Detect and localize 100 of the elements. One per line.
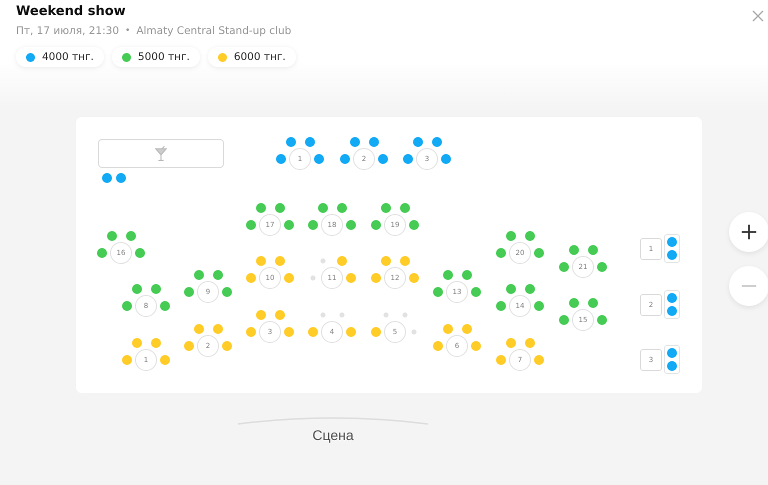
seat[interactable] [274, 203, 284, 213]
seat[interactable] [256, 203, 266, 213]
seat[interactable] [667, 250, 677, 260]
seat[interactable] [276, 154, 286, 164]
seat[interactable] [667, 306, 677, 316]
seat[interactable] [314, 154, 324, 164]
seat[interactable] [667, 237, 677, 247]
seat[interactable] [102, 173, 112, 183]
seat[interactable] [371, 273, 381, 283]
seat[interactable] [524, 338, 534, 348]
seat[interactable] [462, 324, 472, 334]
seat[interactable] [132, 338, 142, 348]
seat[interactable] [274, 256, 284, 266]
seat[interactable] [588, 298, 598, 308]
seat[interactable] [568, 245, 578, 255]
seat[interactable] [597, 315, 607, 325]
seat[interactable] [150, 338, 160, 348]
seat[interactable] [160, 301, 170, 311]
seat[interactable] [274, 310, 284, 320]
seat[interactable] [304, 137, 314, 147]
price-chip[interactable]: 5000 тнг. [112, 47, 200, 67]
seat[interactable] [284, 273, 294, 283]
seat[interactable] [471, 287, 481, 297]
seat[interactable] [222, 341, 232, 351]
seat[interactable] [471, 341, 481, 351]
seat[interactable] [559, 262, 569, 272]
seat[interactable] [506, 231, 516, 241]
seat[interactable] [433, 341, 443, 351]
seat[interactable] [371, 220, 381, 230]
seat[interactable] [496, 248, 506, 258]
seat[interactable] [559, 315, 569, 325]
seat[interactable] [184, 287, 194, 297]
zoom-in-button[interactable] [729, 212, 768, 252]
seat[interactable] [506, 284, 516, 294]
seat[interactable] [667, 361, 677, 371]
seat[interactable] [212, 324, 222, 334]
seat[interactable] [256, 310, 266, 320]
seat[interactable] [284, 327, 294, 337]
seat[interactable] [441, 154, 451, 164]
seat[interactable] [308, 220, 318, 230]
seat[interactable] [246, 327, 256, 337]
seat[interactable] [378, 154, 388, 164]
seat[interactable] [246, 220, 256, 230]
seat[interactable] [534, 355, 544, 365]
seat[interactable] [256, 256, 266, 266]
seat[interactable] [340, 154, 350, 164]
seat[interactable] [336, 256, 346, 266]
seat[interactable] [97, 248, 107, 258]
seat[interactable] [588, 245, 598, 255]
seat[interactable] [400, 256, 410, 266]
seat[interactable] [412, 137, 422, 147]
seat[interactable] [667, 293, 677, 303]
seat[interactable] [667, 348, 677, 358]
seat[interactable] [286, 137, 296, 147]
seat[interactable] [506, 338, 516, 348]
seat[interactable] [371, 327, 381, 337]
seat[interactable] [432, 137, 442, 147]
seat[interactable] [442, 324, 452, 334]
seat[interactable] [524, 231, 534, 241]
seat[interactable] [122, 355, 132, 365]
seat[interactable] [184, 341, 194, 351]
seat[interactable] [122, 301, 132, 311]
seat[interactable] [222, 287, 232, 297]
seat[interactable] [368, 137, 378, 147]
seat[interactable] [568, 298, 578, 308]
seat[interactable] [380, 203, 390, 213]
seat[interactable] [409, 273, 419, 283]
seat[interactable] [534, 248, 544, 258]
seat[interactable] [336, 203, 346, 213]
price-chip[interactable]: 4000 тнг. [16, 47, 104, 67]
seat[interactable] [246, 273, 256, 283]
seat[interactable] [400, 203, 410, 213]
seat[interactable] [194, 324, 204, 334]
seat[interactable] [126, 231, 136, 241]
seat[interactable] [524, 284, 534, 294]
seat[interactable] [346, 327, 356, 337]
seat[interactable] [496, 355, 506, 365]
seat[interactable] [212, 270, 222, 280]
seat[interactable] [346, 273, 356, 283]
seat[interactable] [132, 284, 142, 294]
seat[interactable] [496, 301, 506, 311]
seat[interactable] [194, 270, 204, 280]
seat[interactable] [534, 301, 544, 311]
seat[interactable] [150, 284, 160, 294]
price-chip[interactable]: 6000 тнг. [208, 47, 296, 67]
seat[interactable] [350, 137, 360, 147]
seat[interactable] [462, 270, 472, 280]
seat[interactable] [135, 248, 145, 258]
seat[interactable] [380, 256, 390, 266]
seat[interactable] [116, 173, 126, 183]
seat[interactable] [318, 203, 328, 213]
seat[interactable] [433, 287, 443, 297]
seat[interactable] [106, 231, 116, 241]
seat[interactable] [284, 220, 294, 230]
seat[interactable] [160, 355, 170, 365]
close-icon[interactable] [752, 10, 764, 22]
seat[interactable] [403, 154, 413, 164]
seat[interactable] [597, 262, 607, 272]
seat[interactable] [442, 270, 452, 280]
seat[interactable] [409, 220, 419, 230]
